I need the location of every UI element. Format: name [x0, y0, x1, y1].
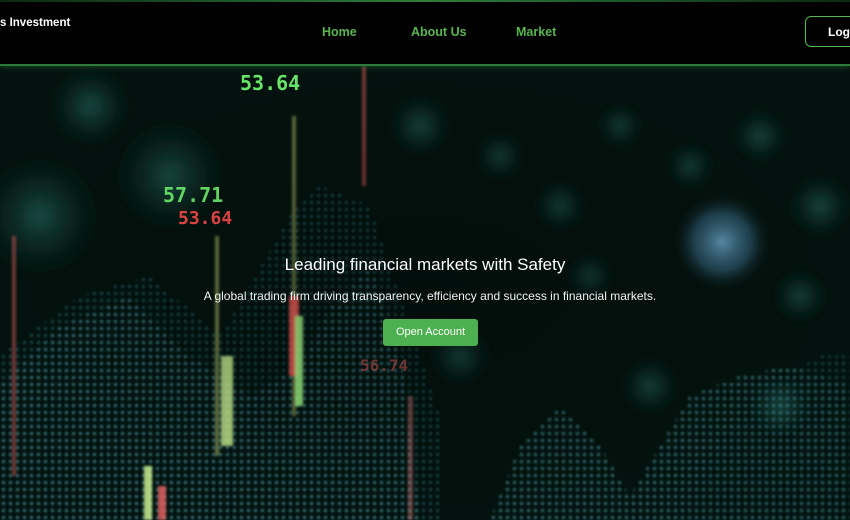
login-button[interactable]: Log — [805, 16, 850, 47]
brand-name[interactable]: s Investment — [0, 17, 70, 29]
nav-link-about-us[interactable]: About Us — [411, 25, 467, 39]
open-account-button[interactable]: Open Account — [383, 319, 478, 346]
svg-text:53.64: 53.64 — [240, 71, 300, 95]
nav-link-market[interactable]: Market — [516, 25, 556, 39]
svg-text:57.71: 57.71 — [163, 183, 223, 207]
nav-link-home[interactable]: Home — [322, 25, 357, 39]
navbar: s Investment Home About Us Market Log — [0, 0, 850, 66]
hero-subtitle: A global trading firm driving transparen… — [203, 289, 657, 303]
hero-section: 53.64 57.71 53.64 56.74 Leading financia… — [0, 66, 850, 520]
glowing-orb — [674, 194, 770, 290]
hero-title: Leading financial markets with Safety — [284, 255, 566, 274]
svg-text:56.74: 56.74 — [360, 356, 408, 375]
svg-text:53.64: 53.64 — [178, 208, 232, 229]
